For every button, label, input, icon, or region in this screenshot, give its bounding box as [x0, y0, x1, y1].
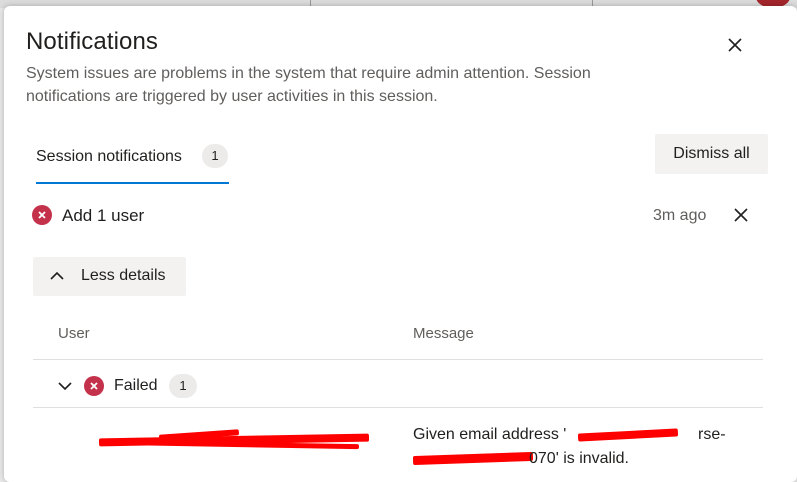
tab-selected-indicator: [36, 182, 229, 184]
error-icon: [84, 376, 104, 396]
notification-timestamp: 3m ago: [653, 207, 707, 224]
notifications-panel: Notifications System issues are problems…: [4, 6, 797, 482]
close-icon: [734, 208, 748, 222]
table-row-user-cell: …: [98, 426, 389, 456]
column-header-message: Message: [413, 325, 474, 342]
dismiss-all-button[interactable]: Dismiss all: [655, 134, 768, 174]
less-details-label: Less details: [81, 267, 166, 284]
panel-description: System issues are problems in the system…: [26, 65, 591, 105]
chevron-up-icon: [50, 271, 64, 280]
dismiss-notification-button[interactable]: [729, 203, 753, 227]
notification-title: Add 1 user: [62, 206, 145, 225]
table-row-message-cell: Given email address ' rse- 070' is inval…: [412, 423, 743, 471]
panel-title: Notifications: [26, 28, 159, 55]
divider: [33, 359, 763, 360]
group-header-failed: Failed 1: [33, 372, 763, 402]
tab-label: Session notifications: [36, 148, 182, 165]
message-text: rse-: [698, 426, 726, 443]
group-count-badge: 1: [169, 374, 197, 398]
close-panel-button[interactable]: [718, 28, 752, 62]
notification-item: Add 1 user 3m ago: [32, 205, 762, 229]
message-text: Given email address ': [413, 426, 567, 443]
error-icon: [32, 205, 52, 225]
redaction-mark: [577, 428, 679, 442]
less-details-button[interactable]: Less details: [33, 257, 186, 296]
group-label: Failed: [114, 377, 158, 394]
column-header-user: User: [58, 325, 90, 342]
tab-count-badge: 1: [202, 144, 228, 168]
divider: [33, 407, 763, 408]
chevron-down-icon[interactable]: [57, 378, 73, 394]
message-text: 070' is invalid.: [529, 450, 629, 467]
redaction-mark: [412, 451, 534, 466]
close-icon: [728, 38, 742, 52]
